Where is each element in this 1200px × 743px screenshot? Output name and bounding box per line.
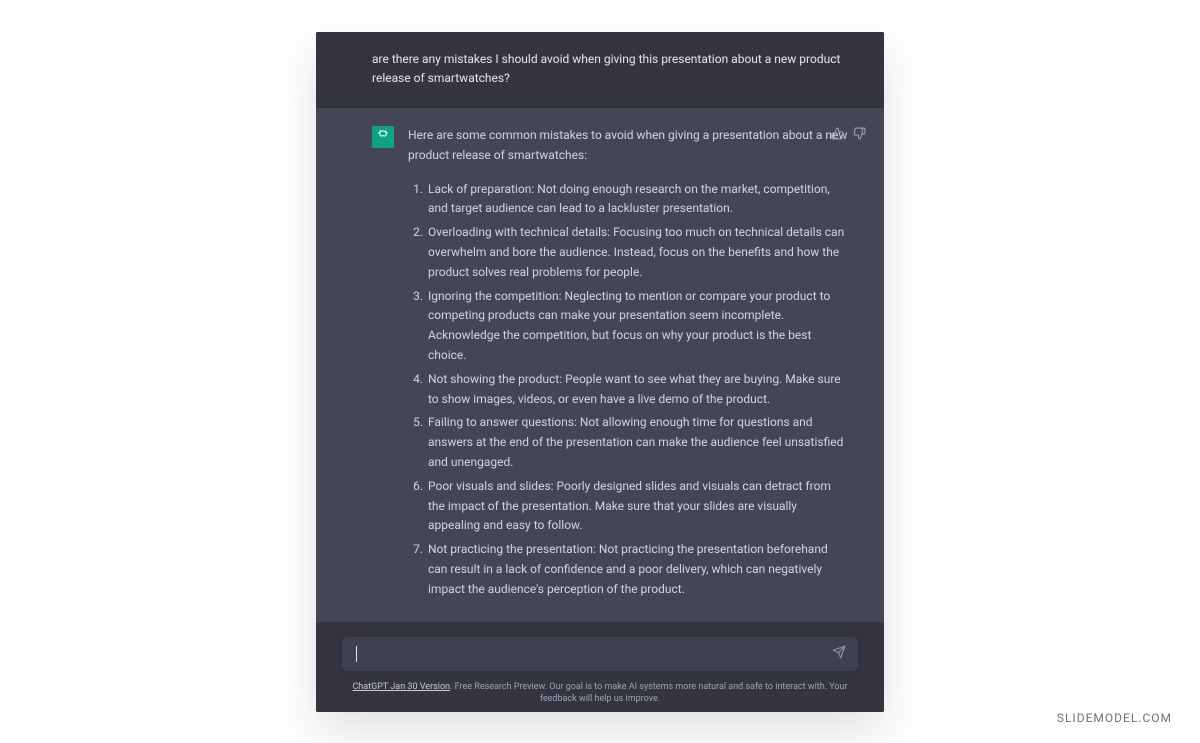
- user-message-row: are there any mistakes I should avoid wh…: [316, 32, 884, 109]
- list-item: Lack of preparation: Not doing enough re…: [426, 180, 848, 220]
- assistant-avatar: [372, 126, 394, 148]
- list-item: Not showing the product: People want to …: [426, 370, 848, 410]
- list-item: Not practicing the presentation: Not pra…: [426, 540, 848, 599]
- assistant-list: Lack of preparation: Not doing enough re…: [408, 180, 848, 600]
- list-item: Overloading with technical details: Focu…: [426, 223, 848, 282]
- list-item: Poor visuals and slides: Poorly designed…: [426, 477, 848, 536]
- text-cursor: [356, 646, 357, 662]
- version-link[interactable]: ChatGPT Jan 30 Version: [352, 682, 450, 692]
- chat-input[interactable]: [356, 637, 818, 671]
- chat-window: are there any mistakes I should avoid wh…: [316, 32, 884, 712]
- watermark-text: SLIDEMODEL.COM: [1057, 711, 1172, 725]
- user-message-text: are there any mistakes I should avoid wh…: [372, 50, 848, 90]
- openai-logo-icon: [376, 128, 390, 147]
- disclaimer-text: . Free Research Preview. Our goal is to …: [450, 682, 847, 705]
- send-icon: [832, 644, 846, 663]
- thumbs-down-icon[interactable]: [852, 126, 866, 140]
- assistant-intro-text: Here are some common mistakes to avoid w…: [408, 126, 848, 166]
- feedback-buttons: [830, 126, 866, 140]
- input-area: ChatGPT Jan 30 Version. Free Research Pr…: [316, 623, 884, 712]
- assistant-message-content: Here are some common mistakes to avoid w…: [408, 126, 848, 604]
- thumbs-up-icon[interactable]: [830, 126, 844, 140]
- footer-disclaimer: ChatGPT Jan 30 Version. Free Research Pr…: [342, 681, 858, 706]
- send-button[interactable]: [830, 645, 848, 663]
- chat-input-container[interactable]: [342, 637, 858, 671]
- list-item: Ignoring the competition: Neglecting to …: [426, 287, 848, 366]
- list-item: Failing to answer questions: Not allowin…: [426, 413, 848, 472]
- assistant-message-row: Here are some common mistakes to avoid w…: [316, 108, 884, 623]
